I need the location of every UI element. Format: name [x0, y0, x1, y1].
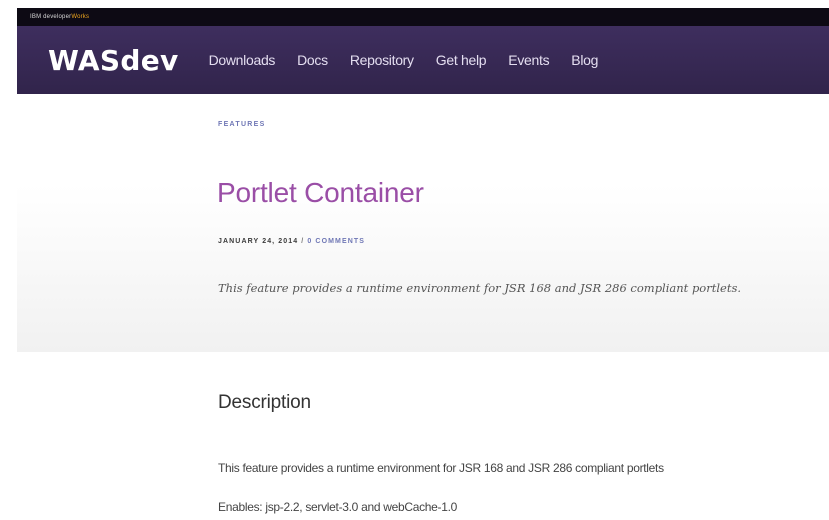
- comments-link[interactable]: 0 COMMENTS: [307, 238, 365, 245]
- description-text: This feature provides a runtime environm…: [218, 461, 664, 475]
- category-link[interactable]: FEATURES: [218, 121, 266, 128]
- nav-downloads[interactable]: Downloads: [209, 52, 276, 68]
- article-hero: [17, 94, 829, 352]
- brand-middle: developer: [41, 14, 72, 20]
- ibm-developerworks-bar: IBM developerWorks: [17, 8, 829, 26]
- main-nav: Downloads Docs Repository Get help Event…: [209, 52, 621, 68]
- brand-accent: Works: [71, 14, 90, 20]
- brand-prefix: IBM: [30, 14, 42, 20]
- site-logo[interactable]: WASdev: [48, 44, 179, 77]
- post-date: JANUARY 24, 2014: [218, 238, 299, 245]
- article-summary: This feature provides a runtime environm…: [218, 281, 742, 295]
- page-title: Portlet Container: [217, 177, 424, 208]
- nav-events[interactable]: Events: [508, 52, 549, 68]
- nav-get-help[interactable]: Get help: [436, 52, 487, 68]
- enables-text: Enables: jsp-2.2, servlet-3.0 and webCac…: [218, 500, 458, 514]
- ibm-developerworks-link[interactable]: IBM developerWorks: [17, 14, 89, 20]
- nav-docs[interactable]: Docs: [297, 52, 328, 68]
- nav-blog[interactable]: Blog: [571, 52, 598, 68]
- description-heading: Description: [218, 392, 311, 413]
- site-header: WASdev Downloads Docs Repository Get hel…: [17, 26, 829, 94]
- nav-repository[interactable]: Repository: [350, 52, 414, 68]
- article-meta: JANUARY 24, 2014 / 0 COMMENTS: [218, 238, 365, 245]
